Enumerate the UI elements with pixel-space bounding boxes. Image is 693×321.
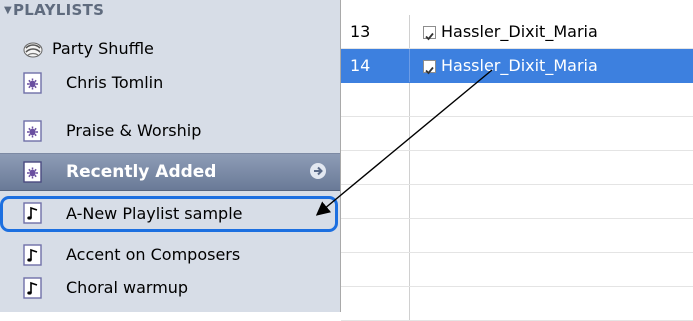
smart-playlist-icon (22, 72, 44, 94)
sidebar-item-label: Choral warmup (66, 278, 189, 297)
go-arrow-icon[interactable] (310, 163, 326, 179)
empty-row (341, 83, 693, 117)
disclosure-triangle-icon[interactable]: ▼ (4, 5, 12, 16)
track-number: 14 (341, 49, 410, 82)
empty-row (341, 253, 693, 287)
empty-row (341, 117, 693, 151)
playlists-header-label: PLAYLISTS (13, 1, 105, 19)
sidebar-item-praise-worship[interactable]: Praise & Worship (0, 114, 340, 148)
empty-row (341, 185, 693, 219)
table-row-selected[interactable]: 14 Hassler_Dixit_Maria (341, 49, 693, 83)
track-list: 13 Hassler_Dixit_Maria 14 Hassler_Dixit_… (340, 0, 693, 321)
track-name: Hassler_Dixit_Maria (441, 22, 598, 41)
sidebar-item-label: Praise & Worship (66, 121, 202, 140)
sidebar-item-label: Accent on Composers (66, 245, 241, 264)
sidebar-item-choral-warmup[interactable]: Choral warmup (0, 271, 340, 305)
playlist-icon (22, 244, 44, 266)
empty-row (341, 287, 693, 321)
playlists-section-header[interactable]: ▼PLAYLISTS (4, 0, 104, 22)
empty-row (341, 151, 693, 185)
sidebar-item-chris-tomlin[interactable]: Chris Tomlin (0, 66, 340, 100)
smart-playlist-icon (22, 161, 44, 183)
playlist-icon (22, 202, 44, 224)
sidebar-item-label: A-New Playlist sample (66, 204, 243, 223)
track-name: Hassler_Dixit_Maria (441, 56, 598, 75)
sidebar-item-label: Recently Added (66, 162, 217, 182)
sidebar-item-label: Chris Tomlin (66, 73, 164, 92)
sidebar-item-party-shuffle[interactable]: Party Shuffle (0, 32, 340, 66)
track-checkbox[interactable] (423, 60, 436, 75)
table-row[interactable]: 13 Hassler_Dixit_Maria (341, 15, 693, 49)
smart-playlist-icon (22, 120, 44, 142)
source-sidebar: ▼PLAYLISTS Party Shuffle Chris Tomlin Pr… (0, 0, 340, 312)
playlist-icon (22, 277, 44, 299)
track-checkbox[interactable] (423, 26, 436, 41)
sidebar-item-a-new-playlist-sample[interactable]: A-New Playlist sample (0, 196, 338, 232)
empty-row (341, 219, 693, 253)
sidebar-item-label: Party Shuffle (52, 39, 154, 58)
sidebar-item-recently-added[interactable]: Recently Added (0, 153, 340, 191)
track-number: 13 (341, 15, 410, 48)
sidebar-item-accent-on-composers[interactable]: Accent on Composers (0, 238, 340, 272)
party-shuffle-icon (22, 38, 44, 60)
